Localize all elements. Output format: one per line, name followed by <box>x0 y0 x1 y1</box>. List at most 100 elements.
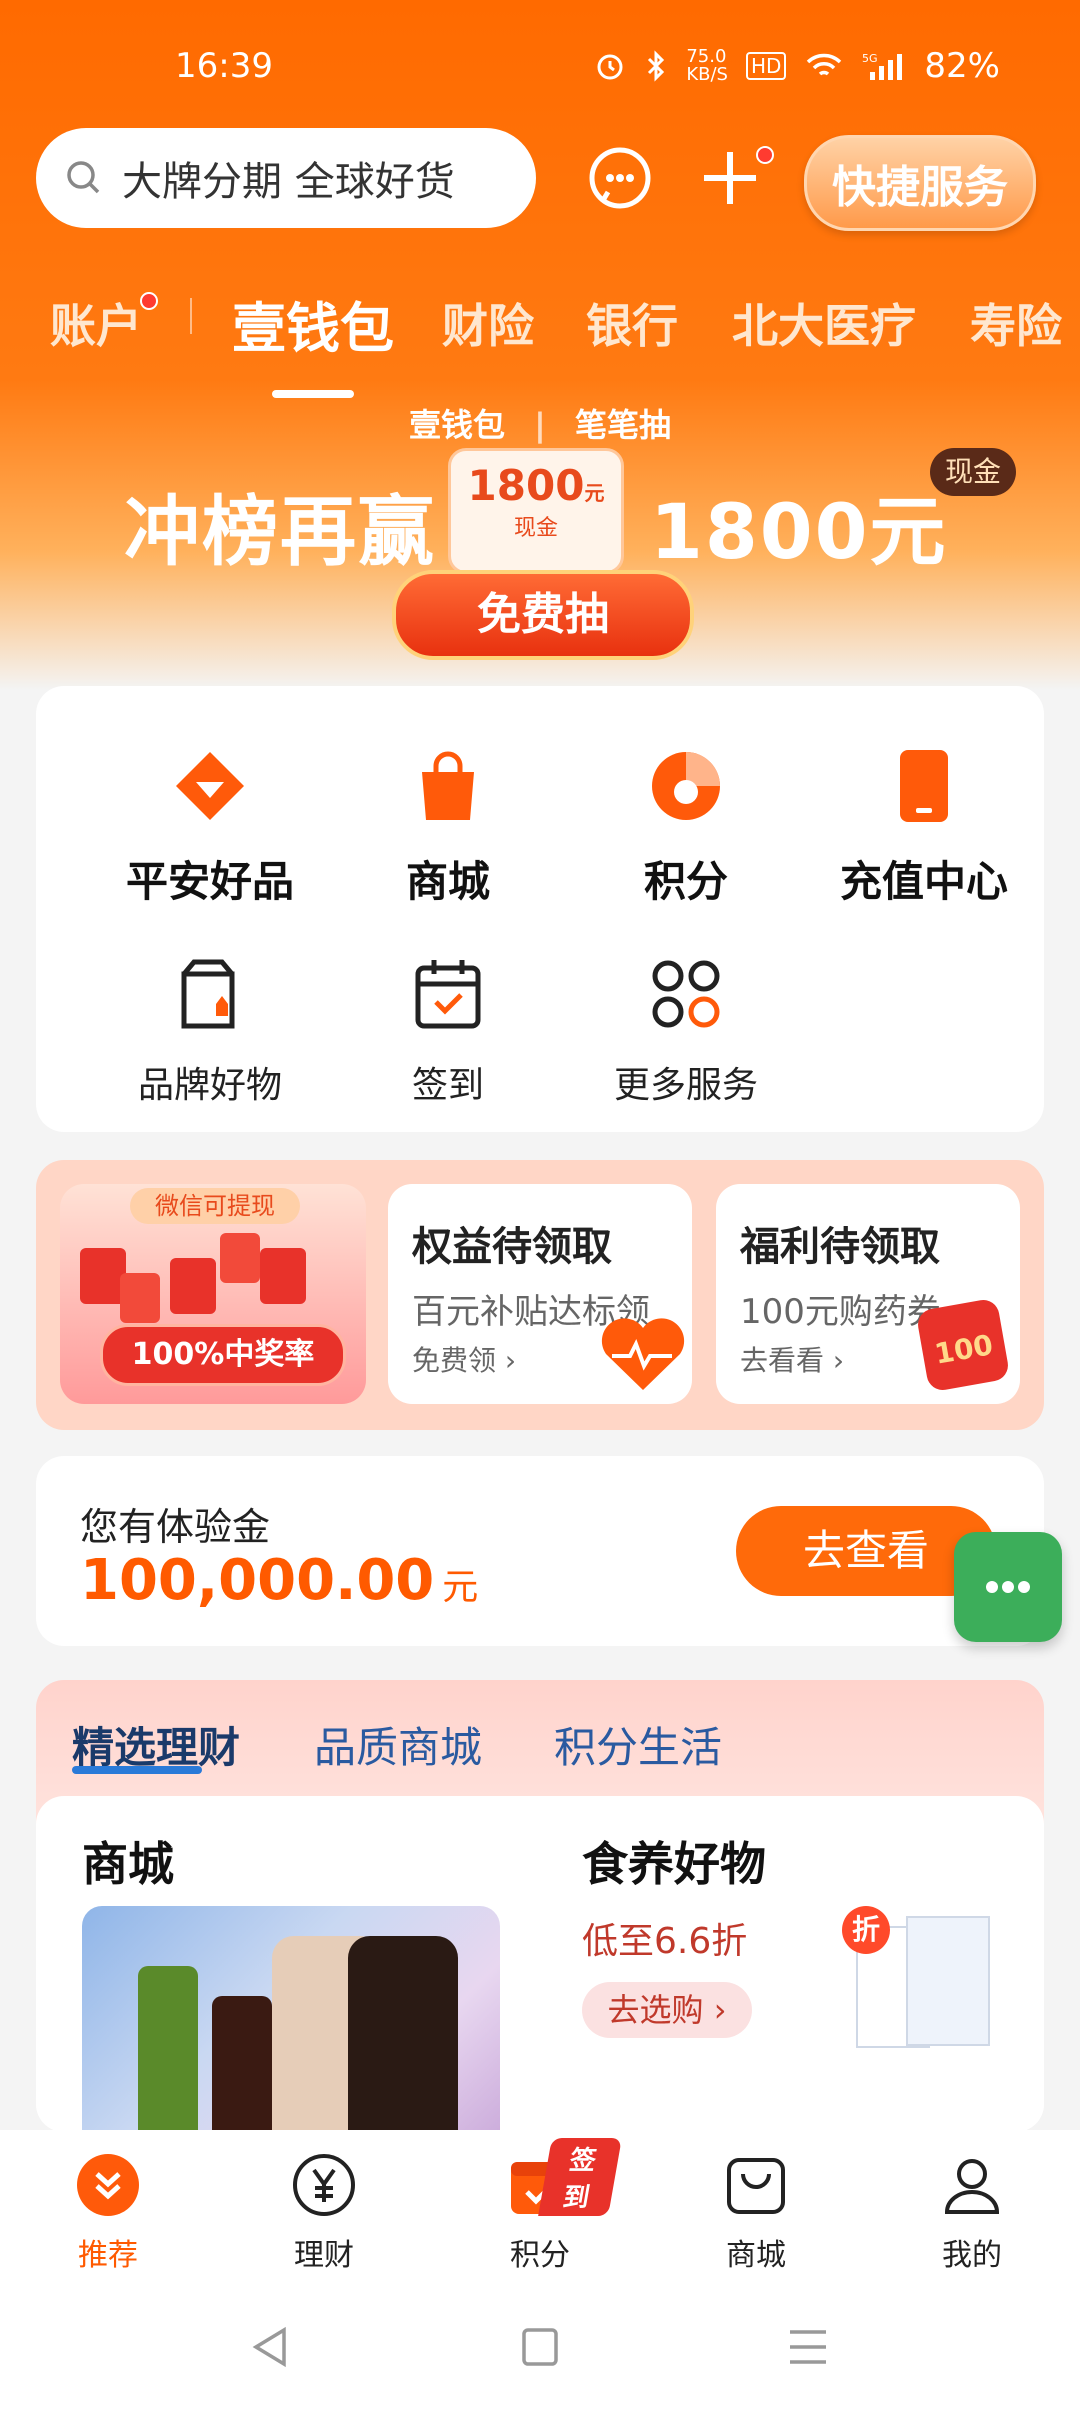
phone-dark <box>348 1936 458 2132</box>
phone-icon <box>900 750 948 822</box>
account-dot <box>140 292 158 310</box>
service-points[interactable]: 积分 <box>576 746 796 909</box>
free-draw-button[interactable]: 免费抽 <box>392 570 694 660</box>
service-label: 签到 <box>411 1065 484 1106</box>
nav-finance[interactable]: 理财 <box>249 2152 399 2274</box>
tab-property-insurance[interactable]: 财险 <box>442 290 534 356</box>
service-label: 积分 <box>643 857 728 906</box>
welfare-title: 福利待领取 <box>740 1224 940 1270</box>
service-checkin[interactable]: 签到 <box>338 954 558 1108</box>
bag-icon <box>422 751 474 820</box>
experience-card: 您有体验金 100,000.00 元 去查看 <box>36 1456 1044 1646</box>
cash-badge: 现金 <box>930 448 1016 496</box>
cash-envelope: 1800元 现金 <box>448 448 624 574</box>
search-bar[interactable]: 大牌分期 全球好货 <box>36 128 536 228</box>
discount-text: 低至6.6折 <box>582 1921 748 1962</box>
benefit-link[interactable]: 免费领 › <box>412 1339 516 1379</box>
banner-sub-left: 壹钱包 <box>409 406 506 444</box>
banner-headline-right: 1800元 <box>650 487 948 576</box>
search-icon <box>67 161 100 194</box>
benefit-link-label: 免费领 <box>412 1344 497 1377</box>
svg-text:5G: 5G <box>862 52 878 65</box>
quick-service-button[interactable]: 快捷服务 <box>804 135 1036 231</box>
network-speed: 75.0 KB/S <box>686 46 728 85</box>
checkin-badge: 签到 <box>538 2138 622 2216</box>
experience-amount-value: 100,000.00 <box>80 1548 435 1613</box>
service-label: 充值中心 <box>839 857 1008 906</box>
services-card: 平安好品 商城 积分 充值中心 品牌好物 签到 更多服务 <box>36 686 1044 1132</box>
diamond-icon <box>176 752 244 820</box>
top-tabs: 账户 壹钱包 财险 银行 北大医疗 寿险 <box>0 290 1080 370</box>
welfare-card[interactable]: 福利待领取 100元购药券 去看看 › 100 <box>716 1184 1020 1404</box>
benefit-card[interactable]: 权益待领取 百元补贴达标领 免费领 › <box>388 1184 692 1404</box>
nav-recommend[interactable]: 推荐 <box>33 2152 183 2274</box>
status-icons: 75.0 KB/S HD 5G 82% <box>594 46 1000 86</box>
mall-title: 商城 <box>82 1837 174 1891</box>
floating-chat-button[interactable] <box>954 1532 1062 1642</box>
go-shop-label: 去选购 <box>607 1991 704 2029</box>
service-brand-goods[interactable]: 品牌好物 <box>100 954 320 1108</box>
finance-section: 精选理财 品质商城 积分生活 商城 食养好物 低至6.6折 去选购 › 折 <box>36 1680 1044 2132</box>
tab-account[interactable]: 账户 <box>50 290 142 356</box>
tab-life-insurance[interactable]: 寿险 <box>970 290 1062 356</box>
promo-section: 微信可提现 100%中奖率 权益待领取 百元补贴达标领 免费领 › 福利待领取 … <box>36 1160 1044 1430</box>
tab-quality-mall[interactable]: 品质商城 <box>314 1714 482 1775</box>
nav-label: 积分 <box>510 2238 570 2273</box>
add-notification-dot <box>756 146 774 164</box>
battery-percent: 82% <box>924 46 1000 86</box>
finance-content: 商城 食养好物 低至6.6折 去选购 › 折 <box>36 1796 1044 2132</box>
service-more[interactable]: 更多服务 <box>576 954 796 1108</box>
bottle-brown <box>212 1996 272 2132</box>
welfare-link[interactable]: 去看看 › <box>740 1339 844 1379</box>
benefit-title: 权益待领取 <box>412 1224 612 1270</box>
service-recharge[interactable]: 充值中心 <box>814 746 1034 909</box>
welfare-link-label: 去看看 <box>740 1344 825 1377</box>
alarm-icon <box>597 54 623 80</box>
message-icon[interactable] <box>582 140 658 216</box>
tab-points-life[interactable]: 积分生活 <box>554 1714 722 1775</box>
hd-icon: HD <box>745 52 787 80</box>
search-placeholder: 大牌分期 全球好货 <box>122 159 455 205</box>
discount-tag: 折 <box>842 1906 890 1954</box>
service-pingan-goods[interactable]: 平安好品 <box>100 746 320 909</box>
points-icon <box>652 752 720 820</box>
food-title: 食养好物 <box>582 1837 766 1891</box>
nav-points[interactable]: 签到 积分 <box>465 2138 622 2274</box>
menu-icon[interactable] <box>786 2326 830 2368</box>
tab-medical[interactable]: 北大医疗 <box>732 290 916 356</box>
service-label: 平安好品 <box>125 857 294 906</box>
box-right <box>906 1916 990 2046</box>
nav-label: 推荐 <box>78 2238 138 2273</box>
back-icon[interactable] <box>250 2326 290 2368</box>
cash-unit: 元 <box>584 481 605 505</box>
heart-pulse-icon <box>601 1318 685 1390</box>
mall-product-image[interactable] <box>82 1906 500 2132</box>
service-mall[interactable]: 商城 <box>338 746 558 909</box>
experience-unit: 元 <box>442 1567 479 1608</box>
red-packets-icon <box>80 1233 306 1323</box>
shopping-bag-icon <box>727 2158 785 2214</box>
coupon-100-icon: 100 <box>915 1297 1011 1393</box>
bottom-navigation: 推荐 理财 签到 积分 商城 我的 <box>0 2130 1080 2282</box>
product-box-image[interactable]: 折 <box>836 1906 1006 2048</box>
banner-sub-right: 笔笔抽 <box>574 406 671 444</box>
bluetooth-icon <box>648 50 665 82</box>
wechat-withdraw-tag: 微信可提现 <box>130 1188 300 1224</box>
nav-mine[interactable]: 我的 <box>897 2152 1047 2274</box>
go-shop-button[interactable]: 去选购 › <box>582 1982 752 2038</box>
active-tab-underline <box>272 390 354 398</box>
tab-wallet[interactable]: 壹钱包 <box>232 284 394 363</box>
experience-amount: 100,000.00 元 <box>80 1548 478 1613</box>
tab-bank[interactable]: 银行 <box>586 290 678 356</box>
red-packet-card[interactable]: 微信可提现 100%中奖率 <box>60 1184 366 1404</box>
system-navigation-bar <box>0 2282 1080 2412</box>
signal-icon: 5G <box>862 52 903 80</box>
service-label: 更多服务 <box>613 1065 758 1106</box>
yuan-icon <box>293 2154 355 2216</box>
nav-mall[interactable]: 商城 <box>681 2152 831 2274</box>
banner-subtitle: 壹钱包 | 笔笔抽 <box>409 406 671 444</box>
service-label: 商城 <box>405 857 490 906</box>
home-icon[interactable] <box>520 2326 560 2368</box>
status-bar: 16:39 75.0 KB/S HD 5G 82% <box>0 40 1080 100</box>
welfare-subtitle: 100元购药券 <box>740 1292 941 1332</box>
